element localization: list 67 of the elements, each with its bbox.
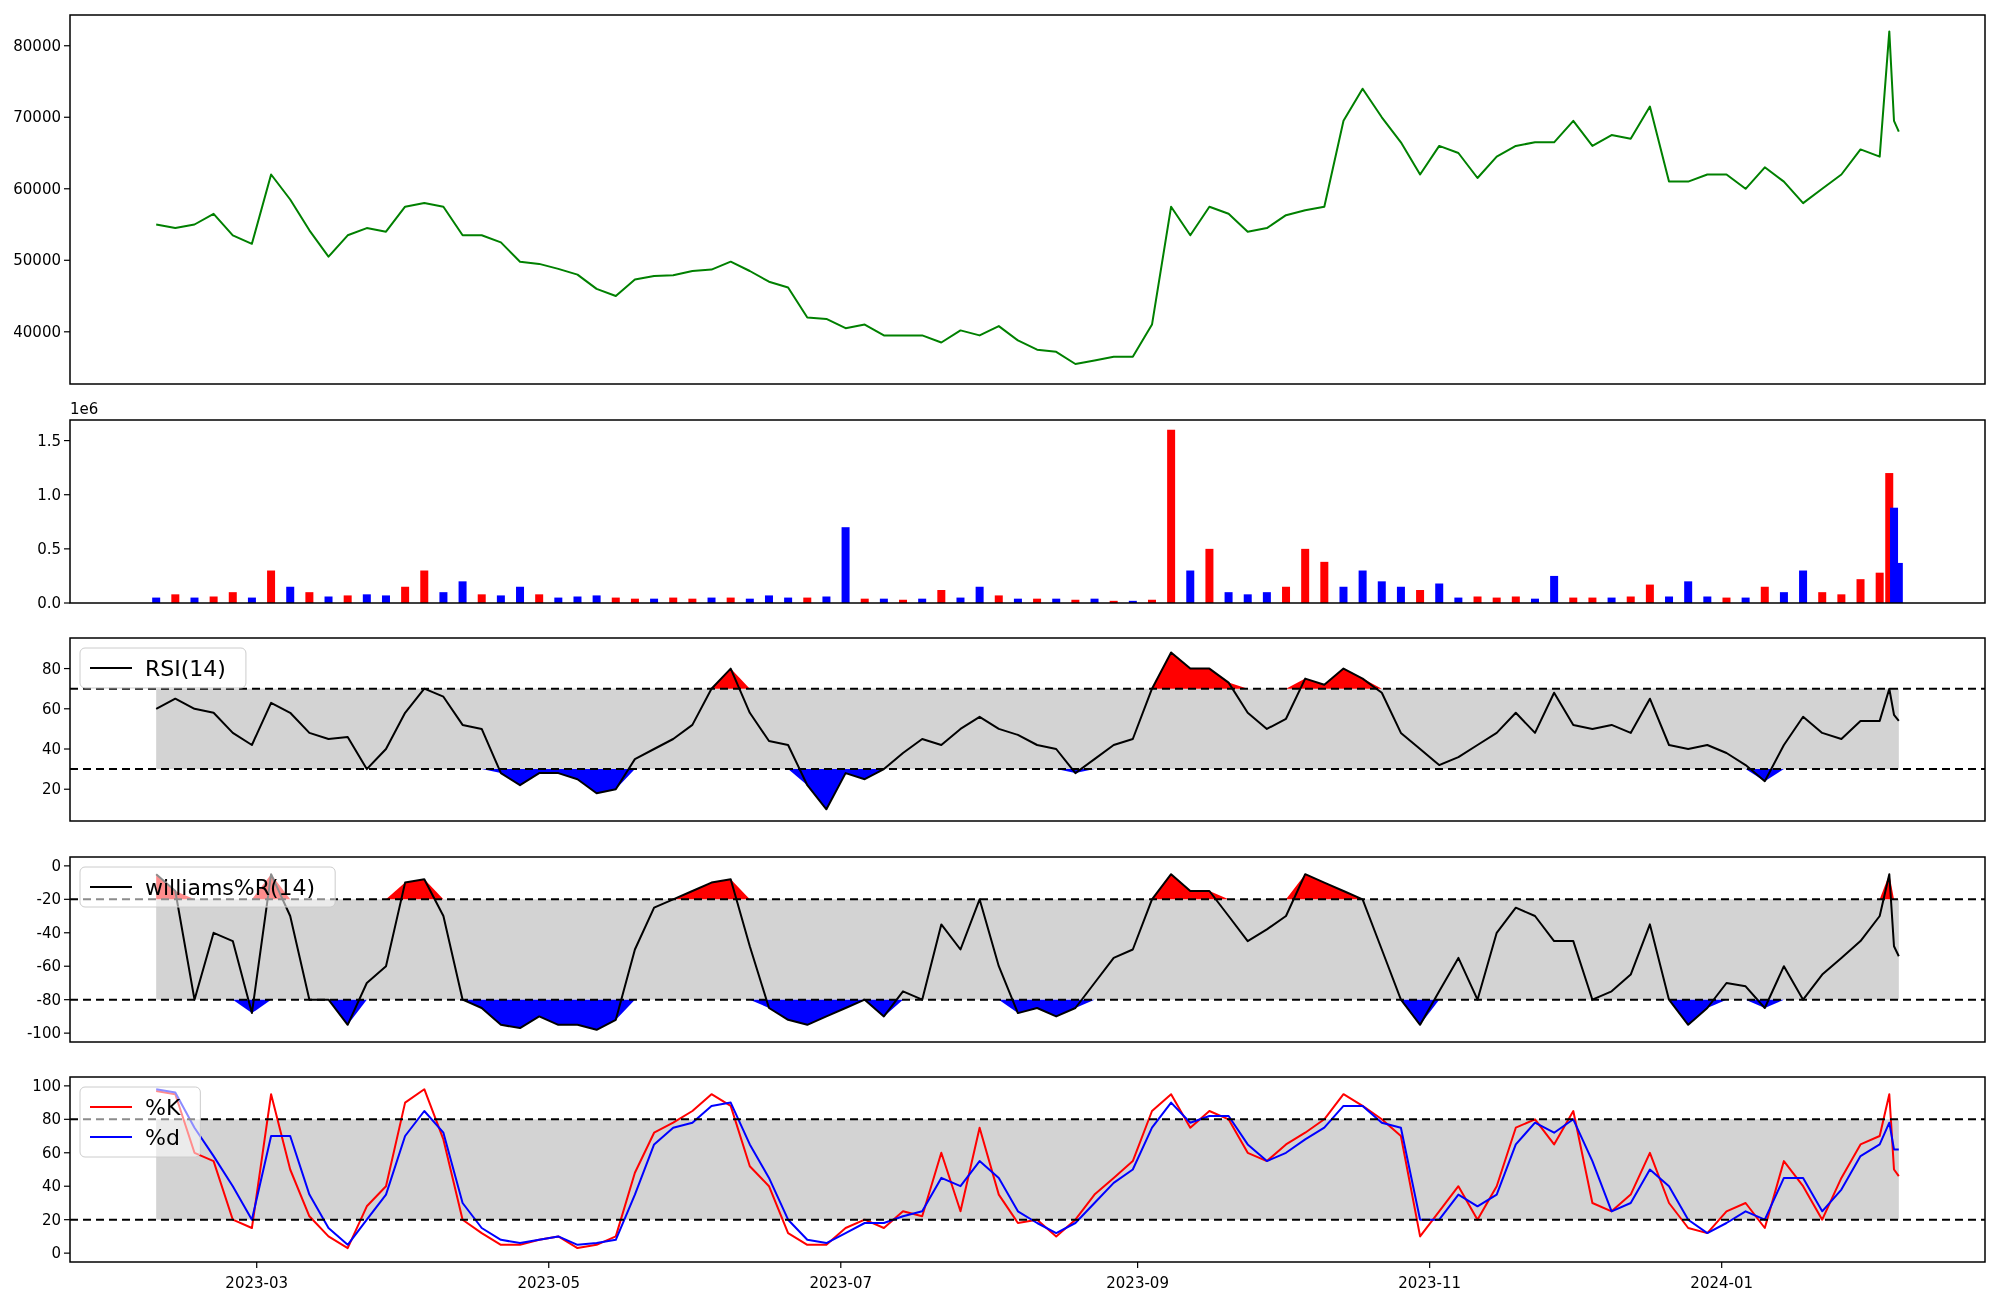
legend-label: williams%R(14) [145, 875, 316, 900]
tick-mark [840, 1261, 842, 1269]
axis-offset-label: 1e6 [70, 400, 99, 418]
tick-mark [63, 667, 71, 670]
tick-label: 2024-01 [1690, 1274, 1754, 1292]
tick-label: 60 [41, 699, 61, 718]
tick-label: -80 [36, 990, 61, 1009]
tick-mark [63, 898, 71, 900]
tick-mark [63, 116, 71, 118]
tick-mark [63, 999, 71, 1001]
tick-mark [63, 788, 71, 790]
tick-label: 60 [41, 1143, 61, 1162]
tick-label: 40 [41, 740, 61, 758]
tick-mark [63, 1085, 71, 1087]
tick-label: 40 [41, 1177, 61, 1196]
tick-label: 0.0 [37, 594, 61, 612]
tick-mark [63, 439, 71, 442]
tick-label: 0 [51, 856, 61, 875]
tick-mark [63, 548, 71, 550]
tick-mark [63, 1118, 71, 1120]
tick-label: 100 [32, 1076, 61, 1095]
legend-label: %K [145, 1095, 181, 1120]
tick-label: 2023-11 [1398, 1274, 1461, 1292]
tick-mark [63, 1032, 71, 1034]
tick-label: 60000 [13, 179, 61, 198]
tick-label: -40 [36, 923, 61, 942]
tick-mark [1429, 1261, 1431, 1269]
tick-label: 2023-07 [809, 1274, 873, 1292]
tick-mark [63, 1252, 71, 1254]
tick-mark [63, 331, 71, 333]
tick-label: -60 [36, 957, 61, 976]
tick-mark [63, 1152, 71, 1154]
tick-mark [63, 708, 71, 710]
tick-label: 80 [41, 1110, 61, 1129]
tick-mark [63, 932, 71, 934]
tick-mark [63, 259, 71, 261]
tick-mark [63, 1185, 71, 1187]
tick-label: -20 [36, 890, 61, 909]
tick-mark [1721, 1261, 1723, 1269]
tick-label: 0.5 [37, 539, 61, 558]
tick-label: 1.5 [37, 431, 61, 450]
tick-label: 20 [41, 780, 61, 799]
tick-mark [548, 1261, 550, 1269]
tick-mark [63, 188, 71, 190]
tick-label: 80000 [13, 36, 61, 55]
tick-mark [63, 965, 71, 967]
tick-mark [256, 1261, 258, 1269]
legend-label: RSI(14) [145, 656, 226, 681]
tick-mark [63, 748, 71, 750]
tick-mark [1137, 1261, 1139, 1269]
tick-mark [63, 1219, 71, 1221]
tick-label: 80 [41, 659, 61, 678]
legend-label: %d [145, 1125, 180, 1150]
tick-mark [63, 865, 71, 867]
tick-label: 0 [51, 1244, 61, 1263]
tick-label: 2023-09 [1106, 1274, 1169, 1292]
tick-label: 1.0 [37, 485, 61, 504]
tick-label: 2023-03 [225, 1274, 289, 1292]
tick-mark [63, 494, 71, 496]
tick-mark [63, 602, 71, 604]
tick-label: 2023-05 [517, 1274, 581, 1292]
tick-label: 20 [41, 1210, 61, 1229]
tick-label: 70000 [13, 108, 61, 127]
tick-label: 50000 [13, 251, 61, 270]
tick-label: 40000 [13, 322, 61, 341]
tick-mark [63, 45, 71, 47]
tick-label: -100 [26, 1024, 61, 1043]
